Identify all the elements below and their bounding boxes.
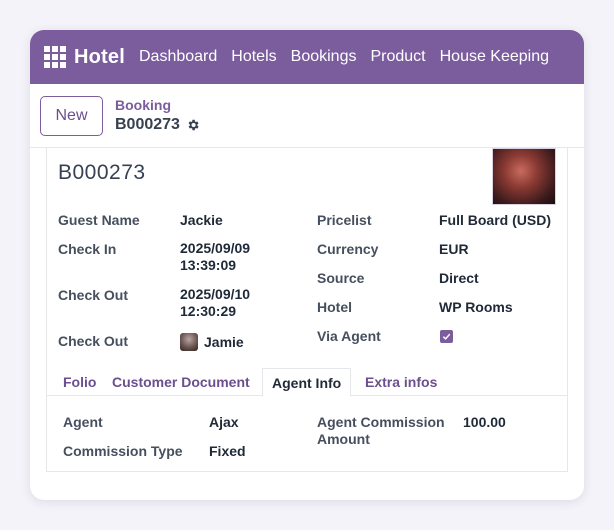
record-title: B000273: [58, 161, 146, 184]
breadcrumb-parent-link[interactable]: Booking: [115, 97, 200, 113]
hotel-label: Hotel: [317, 299, 352, 315]
check-out-label: Check Out: [58, 287, 129, 303]
via-agent-label: Via Agent: [317, 328, 381, 344]
pricelist-value[interactable]: Full Board (USD): [439, 212, 551, 229]
check-out-value[interactable]: 2025/09/10 12:30:29: [180, 286, 280, 320]
breadcrumb-current-row: B000273: [115, 116, 200, 134]
source-label: Source: [317, 270, 365, 286]
agent-label: Agent: [63, 414, 103, 430]
tab-folio[interactable]: Folio: [63, 368, 96, 396]
agent-value[interactable]: Ajax: [209, 414, 239, 431]
source-value[interactable]: Direct: [439, 270, 479, 287]
via-agent-checkbox[interactable]: [440, 330, 453, 343]
guest-name-label: Guest Name: [58, 212, 140, 228]
control-panel: New Booking B000273: [30, 84, 584, 148]
notebook-tabs: Folio Customer Document Agent Info Extra…: [47, 368, 567, 397]
currency-value[interactable]: EUR: [439, 241, 469, 258]
commission-type-label: Commission Type: [63, 443, 183, 459]
guest-user-name: Jamie: [204, 334, 244, 350]
new-button[interactable]: New: [40, 95, 103, 136]
commission-amount-label: Agent Commission Amount: [317, 414, 445, 447]
nav-product[interactable]: Product: [370, 48, 425, 66]
tab-extra-infos[interactable]: Extra infos: [365, 368, 437, 396]
nav-bookings[interactable]: Bookings: [291, 48, 357, 66]
user-avatar: [180, 333, 198, 351]
guest-name-value[interactable]: Jackie: [180, 212, 223, 229]
commission-amount-value[interactable]: 100.00: [463, 414, 506, 431]
app-brand[interactable]: Hotel: [74, 46, 125, 69]
tab-agent-info[interactable]: Agent Info: [262, 368, 352, 397]
breadcrumb: Booking B000273: [115, 97, 200, 134]
checkmark-icon: [442, 333, 451, 340]
currency-label: Currency: [317, 241, 379, 257]
guest-photo[interactable]: [492, 148, 556, 205]
check-out-2-label: Check Out: [58, 333, 129, 349]
check-in-value[interactable]: 2025/09/09 13:39:09: [180, 240, 280, 274]
tab-customer-document[interactable]: Customer Document: [112, 368, 250, 396]
commission-type-value[interactable]: Fixed: [209, 443, 246, 460]
nav-dashboard[interactable]: Dashboard: [139, 48, 217, 66]
top-navbar: Hotel Dashboard Hotels Bookings Product …: [30, 30, 584, 84]
gear-icon[interactable]: [186, 118, 200, 132]
breadcrumb-current: B000273: [115, 116, 180, 133]
nav-house-keeping[interactable]: House Keeping: [440, 48, 549, 66]
check-in-label: Check In: [58, 241, 117, 257]
hotel-value[interactable]: WP Rooms: [439, 299, 513, 316]
nav-hotels[interactable]: Hotels: [231, 48, 276, 66]
guest-user-field[interactable]: Jamie: [180, 333, 244, 351]
app-window: Hotel Dashboard Hotels Bookings Product …: [30, 30, 584, 500]
apps-grid-icon[interactable]: [44, 46, 66, 68]
form-sheet: B000273 Guest Name Jackie Check In 2025/…: [46, 148, 568, 472]
pricelist-label: Pricelist: [317, 212, 372, 228]
